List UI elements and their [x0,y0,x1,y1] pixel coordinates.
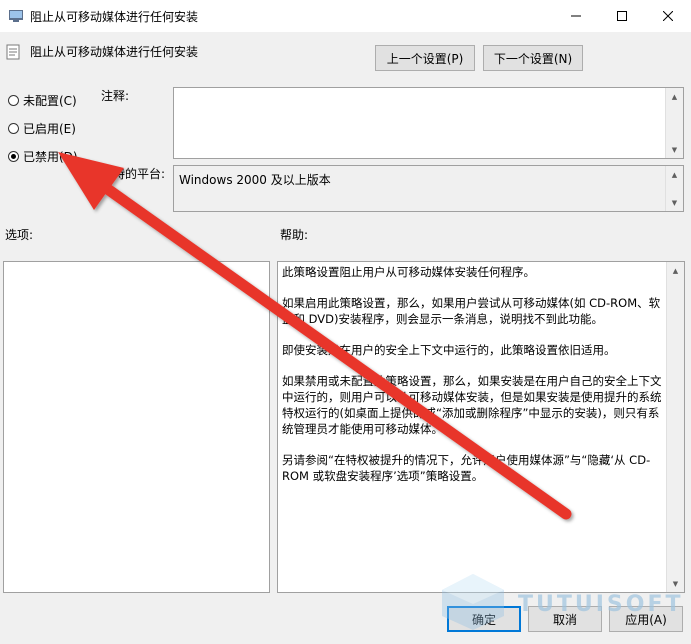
radio-label: 已禁用(D) [23,150,78,164]
scroll-down-icon[interactable]: ▼ [666,141,683,158]
policy-setting-icon [6,44,20,60]
options-label: 选项: [5,228,34,242]
platform-value: Windows 2000 及以上版本 [179,173,331,187]
platform-box: Windows 2000 及以上版本 ▲ ▼ [173,165,684,212]
window-title: 阻止从可移动媒体进行任何安装 [30,10,199,24]
help-paragraph: 如果启用此策略设置，那么，如果用户尝试从可移动媒体(如 CD-ROM、软盘和 D… [282,296,661,326]
watermark-text: TUTUISOFT [518,592,684,617]
platform-label: 支持的平台: [101,167,166,181]
scroll-up-icon[interactable]: ▲ [666,166,683,183]
comment-label: 注释: [101,89,130,103]
maximize-icon[interactable] [599,0,645,32]
radio-disabled[interactable]: 已禁用(D) [8,148,78,165]
radio-label: 已启用(E) [23,122,76,136]
help-paragraph: 即使安装是在用户的安全上下文中运行的，此策略设置依旧适用。 [282,343,616,357]
radio-circle[interactable] [8,151,19,162]
minimize-icon[interactable] [553,0,599,32]
policy-app-icon [9,10,23,22]
help-label: 帮助: [280,228,309,242]
help-text: 此策略设置阻止用户从可移动媒体安装任何程序。 如果启用此策略设置，那么，如果用户… [282,264,664,499]
comment-scrollbar[interactable]: ▲ ▼ [665,88,683,158]
radio-label: 未配置(C) [23,94,77,108]
scroll-up-icon[interactable]: ▲ [666,88,683,105]
radio-circle[interactable] [8,95,19,106]
help-paragraph: 如果禁用或未配置此策略设置，那么，如果安装是在用户自己的安全上下文中运行的，则用… [282,374,662,436]
scroll-up-icon[interactable]: ▲ [667,262,684,279]
radio-not-configured[interactable]: 未配置(C) [8,92,77,109]
help-paragraph: 此策略设置阻止用户从可移动媒体安装任何程序。 [282,265,535,279]
close-icon[interactable] [645,0,691,32]
help-scrollbar[interactable]: ▲ ▼ [666,262,684,592]
scroll-down-icon[interactable]: ▼ [666,194,683,211]
watermark-logo-icon [442,574,504,630]
options-pane [3,261,270,593]
help-pane: 此策略设置阻止用户从可移动媒体安装任何程序。 如果启用此策略设置，那么，如果用户… [277,261,685,593]
platform-scrollbar[interactable]: ▲ ▼ [665,166,683,211]
radio-circle[interactable] [8,123,19,134]
title-bar: 阻止从可移动媒体进行任何安装 [0,0,691,32]
scroll-down-icon[interactable]: ▼ [667,575,684,592]
next-setting-button[interactable]: 下一个设置(N) [483,45,583,71]
radio-enabled[interactable]: 已启用(E) [8,120,76,137]
policy-title: 阻止从可移动媒体进行任何安装 [30,45,199,59]
comment-textarea[interactable]: ▲ ▼ [173,87,684,159]
previous-setting-button[interactable]: 上一个设置(P) [375,45,475,71]
help-paragraph: 另请参阅“在特权被提升的情况下，允许用户使用媒体源”与“隐藏‘从 CD-ROM … [282,453,651,483]
